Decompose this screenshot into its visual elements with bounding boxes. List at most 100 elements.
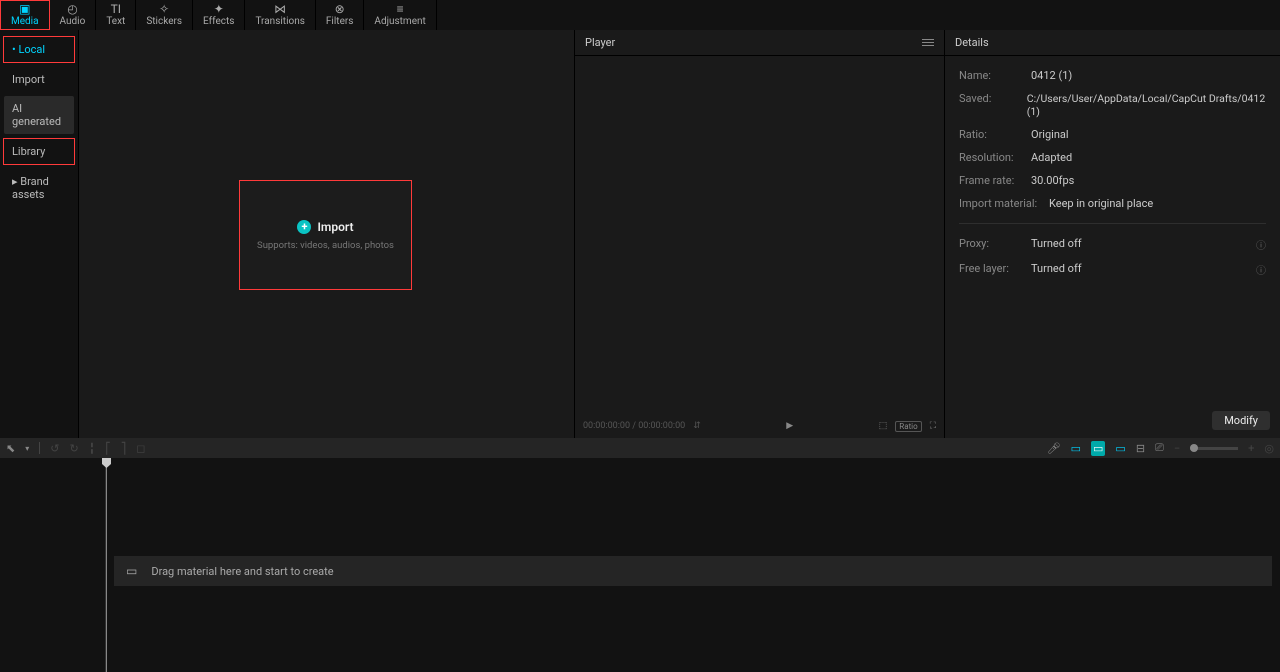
tab-label: Filters	[326, 16, 354, 27]
detail-value: Original	[1031, 128, 1069, 141]
right-tool-group: 🎤︎ ▭ ▭ ▭ ⊟ ⎚ − + ◎	[1047, 441, 1274, 456]
detail-row-ratio: Ratio: Original	[959, 123, 1266, 146]
detail-value: Turned off	[1031, 262, 1082, 277]
plus-icon: +	[297, 220, 311, 234]
tab-transitions[interactable]: ⋈ Transitions	[245, 0, 315, 30]
track-toggle-1-icon[interactable]: ▭	[1071, 442, 1081, 455]
sidebar-item-import[interactable]: Import	[0, 65, 78, 94]
player-panel: Player 00:00:00:00 / 00:00:00:00 ⇵ ▶ ⬚ R…	[575, 30, 945, 438]
tab-label: Adjustment	[374, 16, 425, 27]
detail-label: Ratio:	[959, 128, 1031, 141]
details-body: Name: 0412 (1) Saved: C:/Users/User/AppD…	[945, 56, 1280, 405]
detail-value: Turned off	[1031, 237, 1082, 252]
sidebar-label: • Local	[12, 43, 45, 56]
media-sidebar: • Local Import AI generated Library ▸ Br…	[0, 30, 79, 438]
detail-row-freelayer: Free layer: Turned off ⓘ	[959, 257, 1266, 282]
tab-audio[interactable]: ◴ Audio	[50, 0, 97, 30]
detail-value: C:/Users/User/AppData/Local/CapCut Draft…	[1027, 92, 1266, 118]
details-header: Details	[945, 30, 1280, 56]
tab-text[interactable]: TI Text	[96, 0, 136, 30]
redo-icon[interactable]: ↻	[69, 442, 78, 455]
detail-label: Saved:	[959, 92, 1027, 118]
audio-icon: ◴	[67, 3, 77, 15]
sidebar-item-local[interactable]: • Local	[3, 36, 75, 63]
import-row: + Import	[297, 220, 353, 234]
divider	[39, 442, 40, 454]
detail-label: Resolution:	[959, 151, 1031, 164]
collapse-icon[interactable]: ⇵	[693, 421, 701, 431]
detail-value: Adapted	[1031, 151, 1072, 164]
tab-label: Effects	[203, 16, 234, 27]
player-viewport[interactable]	[575, 56, 944, 414]
tab-label: Audio	[60, 16, 86, 27]
detail-label: Proxy:	[959, 237, 1031, 252]
player-controls: 00:00:00:00 / 00:00:00:00 ⇵ ▶ ⬚ Ratio ⛶	[575, 414, 944, 438]
tab-label: Text	[106, 16, 125, 27]
modify-button[interactable]: Modify	[1212, 411, 1270, 430]
fullscreen-icon[interactable]: ⛶	[930, 421, 936, 431]
tab-adjustment[interactable]: ≡ Adjustment	[364, 0, 436, 30]
detail-value: 30.00fps	[1031, 174, 1074, 187]
detail-value: 0412 (1)	[1031, 69, 1072, 82]
tab-effects[interactable]: ✦ Effects	[193, 0, 245, 30]
zoom-out-icon[interactable]: −	[1174, 442, 1180, 455]
pointer-icon[interactable]: ⬉	[6, 442, 15, 455]
chevron-down-icon[interactable]: ▾	[25, 444, 29, 453]
details-panel: Details Name: 0412 (1) Saved: C:/Users/U…	[945, 30, 1280, 438]
player-title: Player	[585, 36, 615, 49]
undo-icon[interactable]: ↺	[50, 442, 59, 455]
timeline-gutter	[0, 458, 106, 672]
tab-stickers[interactable]: ✧ Stickers	[136, 0, 193, 30]
delete-left-icon[interactable]: ⎡	[105, 442, 111, 455]
play-icon[interactable]: ▶	[786, 421, 793, 431]
timeline: ▭ Drag material here and start to create	[0, 458, 1280, 672]
sidebar-item-ai[interactable]: AI generated	[4, 96, 74, 134]
sidebar-label: AI generated	[12, 102, 61, 128]
detail-row-name: Name: 0412 (1)	[959, 64, 1266, 87]
stickers-icon: ✧	[159, 3, 169, 15]
zoom-in-icon[interactable]: +	[1248, 442, 1254, 455]
split-icon[interactable]: ╏	[89, 442, 96, 455]
snapshot-icon[interactable]: ⬚	[879, 421, 888, 431]
zoom-slider[interactable]	[1190, 447, 1238, 450]
crop-icon[interactable]: ◻	[136, 442, 145, 455]
media-icon: ▣	[19, 3, 30, 15]
sidebar-item-brand[interactable]: ▸ Brand assets	[0, 167, 78, 209]
sidebar-item-library[interactable]: Library	[3, 138, 75, 165]
clip-icon: ▭	[126, 564, 137, 578]
detail-value: Keep in original place	[1049, 197, 1153, 210]
magnet-icon[interactable]: ⊟	[1136, 442, 1145, 455]
tab-filters[interactable]: ⊗ Filters	[316, 0, 365, 30]
tab-media[interactable]: ▣ Media	[0, 0, 50, 30]
media-panel: + Import Supports: videos, audios, photo…	[79, 30, 575, 438]
mic-icon[interactable]: 🎤︎	[1047, 442, 1061, 455]
top-tabs: ▣ Media ◴ Audio TI Text ✧ Stickers ✦ Eff…	[0, 0, 1280, 30]
sidebar-label: Library	[12, 145, 45, 158]
player-header: Player	[575, 30, 944, 56]
ratio-badge[interactable]: Ratio	[895, 421, 921, 432]
info-icon[interactable]: ⓘ	[1256, 262, 1266, 277]
track-toggle-2-icon[interactable]: ▭	[1091, 441, 1105, 456]
transitions-icon: ⋈	[274, 3, 286, 15]
drag-hint-bar[interactable]: ▭ Drag material here and start to create	[114, 556, 1272, 586]
detail-row-proxy: Proxy: Turned off ⓘ	[959, 232, 1266, 257]
detail-label: Free layer:	[959, 262, 1031, 277]
detail-label: Frame rate:	[959, 174, 1031, 187]
text-icon: TI	[111, 3, 121, 15]
detail-row-framerate: Frame rate: 30.00fps	[959, 169, 1266, 192]
detail-row-saved: Saved: C:/Users/User/AppData/Local/CapCu…	[959, 87, 1266, 123]
tab-label: Transitions	[255, 16, 304, 27]
playhead[interactable]	[106, 458, 107, 672]
sidebar-label: ▸ Brand assets	[12, 175, 49, 201]
timeline-tracks[interactable]: ▭ Drag material here and start to create	[106, 458, 1280, 672]
import-dropzone[interactable]: + Import Supports: videos, audios, photo…	[239, 180, 412, 290]
preview-icon[interactable]: ⎚	[1155, 441, 1164, 455]
hamburger-icon[interactable]	[922, 39, 934, 46]
timeline-toolbar: ⬉ ▾ ↺ ↻ ╏ ⎡ ⎤ ◻ 🎤︎ ▭ ▭ ▭ ⊟ ⎚ − + ◎	[0, 438, 1280, 458]
info-icon[interactable]: ⓘ	[1256, 237, 1266, 252]
delete-right-icon[interactable]: ⎤	[121, 442, 127, 455]
fit-icon[interactable]: ◎	[1264, 442, 1274, 455]
track-toggle-3-icon[interactable]: ▭	[1115, 442, 1125, 455]
details-title: Details	[955, 36, 989, 49]
detail-label: Name:	[959, 69, 1031, 82]
